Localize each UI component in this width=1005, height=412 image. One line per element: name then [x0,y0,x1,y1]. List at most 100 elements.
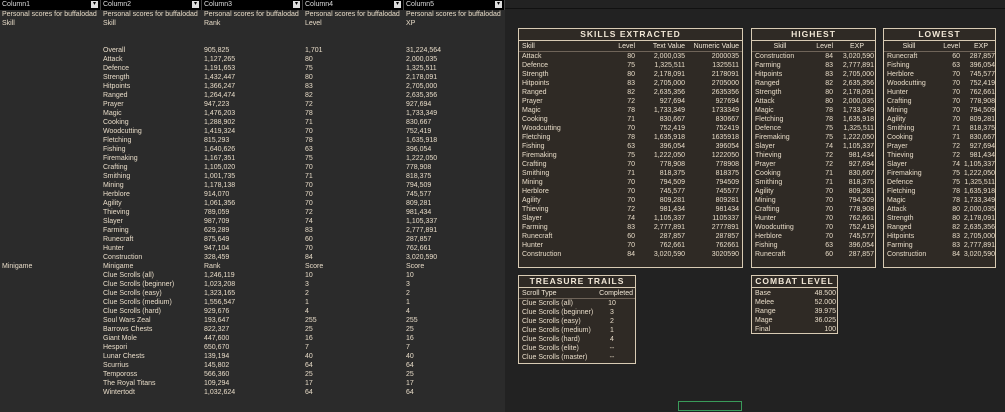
table-cell: 981434 [715,206,739,213]
table-cell: Fishing [103,146,126,153]
table-cell: Prayer [755,161,776,168]
table-cell: 1105337 [712,215,739,222]
table-row: Fishing 63 396,054 396054 [519,142,742,151]
table-row: Smithing 71 818,375 [884,124,995,133]
table-row [0,37,505,46]
column-header[interactable]: Column3 ▾ [202,0,303,10]
table-cell: Farming [755,62,781,69]
table-cell: 3,020,590 [963,251,995,258]
table-row: Clue Scrolls (medium) 1 [519,326,635,335]
table-cell: 78 [305,110,313,117]
table-row: Slayer 74 1,105,337 1105337 [519,214,742,223]
table-cell: Agility [522,197,541,204]
table-cell: 396,054 [969,62,995,69]
table-row: Clue Scrolls (all) 10 [519,299,635,308]
table-cell: 84 [952,251,960,258]
table-row: Defence 1,191,653 75 1,325,511 [0,64,505,73]
column-header-label: Column5 [406,1,435,8]
table-row: Hitpoints 83 2,705,000 [752,70,875,79]
table-cell: Fletching [522,134,551,141]
table-cell: 80 [305,56,313,63]
table-row: Strength 80 2,178,091 2178091 [519,70,742,79]
table-cell: Hitpoints [103,83,131,90]
header-row: Scroll Type Completed [519,289,635,299]
table-cell: 2,178,091 [842,89,874,96]
table-cell: Construction [103,254,143,261]
table-cell: 1325511 [712,62,739,69]
table-cell: 16 [406,335,414,342]
table-row: Strength 80 2,178,091 [884,214,995,223]
table-cell: 80 [952,206,960,213]
table-cell: 745,577 [969,71,995,78]
table-cell: Hitpoints [755,71,783,78]
table-row: Melee 52.000 [752,298,837,307]
table-cell: Farming [887,242,913,249]
table-cell: 287857 [715,233,739,240]
column-header[interactable]: Column5 ▾ [404,0,505,10]
table-cell: Minigame [103,263,134,270]
header-row: Skill Level Text Value Numeric Value [519,42,742,52]
table-row: Final 100 [752,325,837,334]
table-cell: 2,705,000 [653,80,685,87]
table-row: Smithing 1,001,735 71 818,375 [0,172,505,181]
table-cell: 1222050 [711,152,739,159]
table-cell: 2705000 [711,80,739,87]
table-row: Hunter 70 762,661 [752,214,875,223]
table-cell: 1,288,902 [204,119,236,126]
filter-dropdown-icon[interactable]: ▾ [192,1,199,8]
table-cell: 1,222,050 [842,134,874,141]
filter-dropdown-icon[interactable]: ▾ [91,1,98,8]
table-cell: 64 [305,389,313,396]
table-cell: 75 [825,125,833,132]
table-cell: 3 [305,281,309,288]
table-row: Defence 75 1,325,511 [884,178,995,187]
column-header-label: Level [816,43,833,50]
table-cell: Mining [522,179,543,186]
table-row: Runecraft 875,649 60 287,857 [0,235,505,244]
table-row: Firemaking 1,167,351 75 1,222,050 [0,154,505,163]
table-cell: 84 [825,53,833,60]
table-cell: 809,281 [969,116,995,123]
lowest-title: LOWEST [884,29,995,41]
table-cell: 70 [952,71,960,78]
table-cell: 78 [305,137,313,144]
table-cell: 70 [627,188,635,195]
table-cell: Personal scores for buffalodad [103,11,198,18]
table-row: Hitpoints 1,366,247 83 2,705,000 [0,82,505,91]
table-row: Ranged 82 2,635,356 [884,223,995,232]
table-cell: 71 [305,119,313,126]
table-cell: 1 [610,327,614,334]
table-row: Runecraft 60 287,857 287857 [519,232,742,241]
filter-dropdown-icon[interactable]: ▾ [394,1,401,8]
table-cell: 25 [305,371,313,378]
table-cell: 83 [952,242,960,249]
table-cell: 2,635,356 [406,92,438,99]
table-row: Fletching 78 1,635,918 [752,115,875,124]
column-header[interactable]: Column4 ▾ [303,0,404,10]
table-cell: 70 [952,107,960,114]
table-row: Cooking 71 830,667 830667 [519,115,742,124]
table-row: Ranged 82 2,635,356 [752,79,875,88]
table-cell: 70 [627,179,635,186]
table-cell: 981,434 [659,206,685,213]
table-cell: 1,733,349 [406,110,438,117]
table-cell: 905,825 [204,47,230,54]
table-row: Crafting 70 778,908 778908 [519,160,742,169]
table-cell: 70 [305,128,313,135]
table-cell: 1,635,918 [842,116,874,123]
table-cell: 1,222,050 [653,152,685,159]
table-cell: 778,908 [969,98,995,105]
table-cell: Score [406,263,425,270]
table-cell: 25 [406,326,414,333]
table-cell: 2,635,356 [653,89,685,96]
selected-cell[interactable] [678,401,742,411]
table-cell: 752419 [715,125,739,132]
table-cell: 80 [627,53,635,60]
column-header[interactable]: Column1 ▾ [0,0,101,10]
filter-dropdown-icon[interactable]: ▾ [293,1,300,8]
filter-dropdown-icon[interactable]: ▾ [495,1,502,8]
column-header[interactable]: Column2 ▾ [101,0,202,10]
table-cell: 830,667 [659,116,685,123]
table-cell: 2,635,356 [963,224,995,231]
table-cell: 1,061,356 [204,200,236,207]
